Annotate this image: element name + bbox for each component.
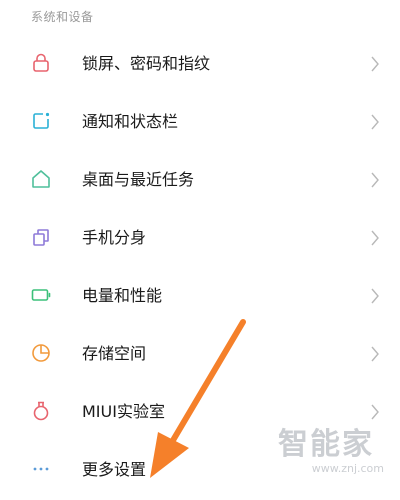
settings-item-label: 桌面与最近任务 [82, 170, 195, 189]
battery-icon [29, 283, 53, 307]
settings-item-label: 电量和性能 [82, 286, 163, 305]
chevron-right-icon [368, 171, 382, 189]
settings-item-label: 手机分身 [82, 228, 147, 247]
chevron-right-icon [368, 229, 382, 247]
settings-item-desktop[interactable]: 桌面与最近任务 [0, 152, 400, 210]
settings-item-battery[interactable]: 电量和性能 [0, 268, 400, 326]
dual-space-icon [29, 225, 53, 249]
watermark-logo-text: 智能家 [278, 427, 374, 462]
chevron-right-icon [368, 55, 382, 73]
storage-icon [29, 341, 53, 365]
settings-item-label: 存储空间 [82, 344, 147, 363]
settings-item-dual-space[interactable]: 手机分身 [0, 210, 400, 268]
settings-item-label: 锁屏、密码和指纹 [82, 54, 211, 73]
watermark: 智能家 www.znj.com [278, 428, 388, 488]
home-icon [29, 167, 53, 191]
settings-item-lock-screen[interactable]: 锁屏、密码和指纹 [0, 36, 400, 94]
chevron-right-icon [368, 403, 382, 421]
chevron-right-icon [368, 287, 382, 305]
settings-item-label: MIUI实验室 [82, 402, 165, 421]
settings-item-label: 通知和状态栏 [82, 112, 179, 131]
notification-icon [29, 109, 53, 133]
settings-item-storage[interactable]: 存储空间 [0, 326, 400, 384]
more-dots-icon [29, 457, 53, 481]
settings-item-notifications[interactable]: 通知和状态栏 [0, 94, 400, 152]
chevron-right-icon [368, 345, 382, 363]
lock-icon [29, 51, 53, 75]
chevron-right-icon [368, 113, 382, 131]
settings-item-label: 更多设置 [82, 460, 147, 479]
watermark-url: www.znj.com [311, 462, 384, 475]
section-header: 系统和设备 [31, 10, 94, 24]
lab-flask-icon [29, 399, 53, 423]
